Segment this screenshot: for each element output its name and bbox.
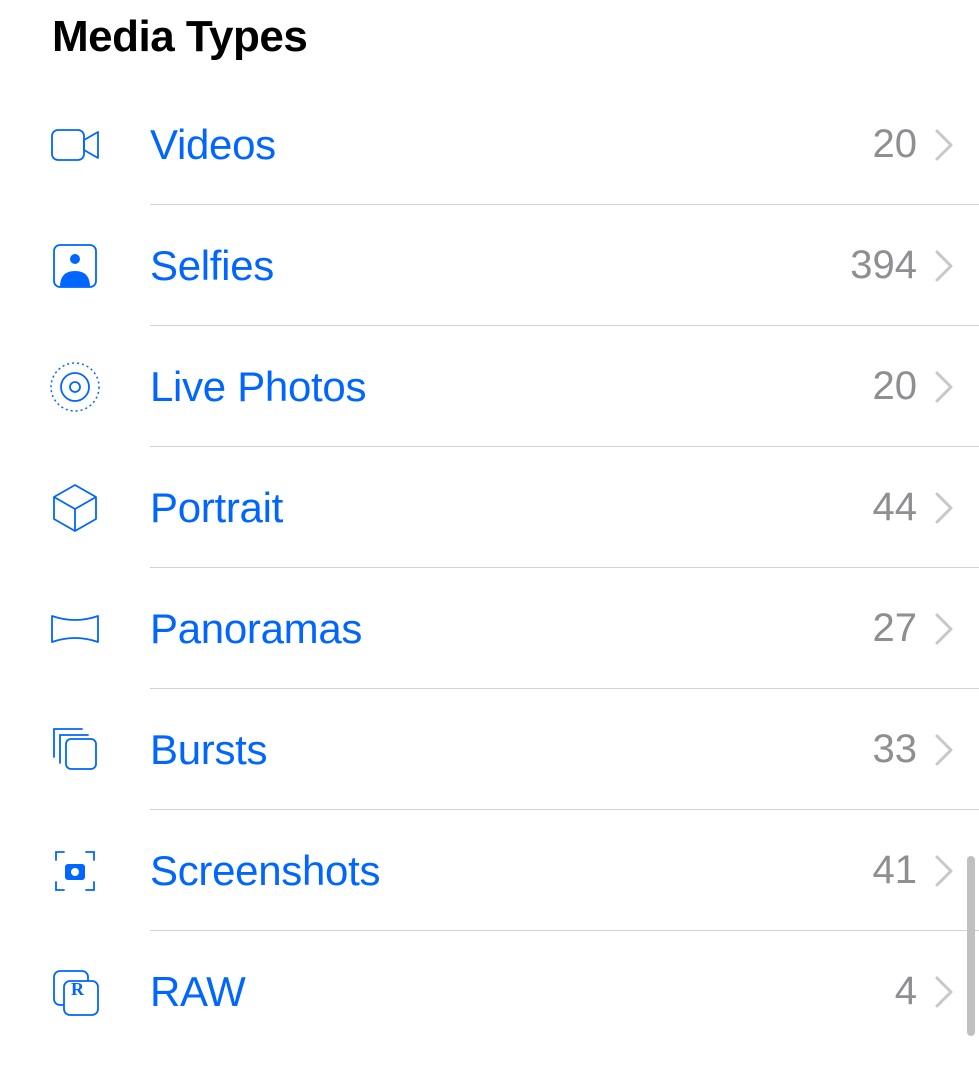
chevron-right-icon xyxy=(929,490,979,526)
row-label: Panoramas xyxy=(150,605,873,653)
selfies-icon xyxy=(0,237,150,295)
chevron-right-icon xyxy=(929,127,979,163)
row-label: Bursts xyxy=(150,726,873,774)
chevron-right-icon xyxy=(929,611,979,647)
row-count: 20 xyxy=(873,122,930,167)
panoramas-icon xyxy=(0,600,150,658)
row-label: Portrait xyxy=(150,484,873,532)
row-bursts[interactable]: Bursts 33 xyxy=(0,689,979,810)
raw-icon: R xyxy=(0,963,150,1021)
row-label: Videos xyxy=(150,121,873,169)
row-screenshots[interactable]: Screenshots 41 xyxy=(0,810,979,931)
row-live-photos[interactable]: Live Photos 20 xyxy=(0,326,979,447)
row-count: 33 xyxy=(873,727,930,772)
row-panoramas[interactable]: Panoramas 27 xyxy=(0,568,979,689)
row-raw[interactable]: R RAW 4 xyxy=(0,931,979,1052)
section-header: Media Types xyxy=(0,0,979,84)
row-count: 4 xyxy=(895,969,929,1014)
svg-text:R: R xyxy=(71,979,85,999)
media-types-list: Videos 20 Selfies 394 Live Photos 20 Por… xyxy=(0,84,979,1052)
row-count: 44 xyxy=(873,485,930,530)
scrollbar[interactable] xyxy=(967,856,975,1036)
row-count: 20 xyxy=(873,364,930,409)
chevron-right-icon xyxy=(929,732,979,768)
row-label: Live Photos xyxy=(150,363,873,411)
row-portrait[interactable]: Portrait 44 xyxy=(0,447,979,568)
row-count: 394 xyxy=(850,243,929,288)
row-count: 27 xyxy=(873,606,930,651)
chevron-right-icon xyxy=(929,248,979,284)
row-videos[interactable]: Videos 20 xyxy=(0,84,979,205)
video-icon xyxy=(0,116,150,174)
chevron-right-icon xyxy=(929,369,979,405)
row-label: RAW xyxy=(150,968,895,1016)
row-selfies[interactable]: Selfies 394 xyxy=(0,205,979,326)
row-count: 41 xyxy=(873,848,930,893)
screenshots-icon xyxy=(0,842,150,900)
row-label: Selfies xyxy=(150,242,850,290)
portrait-icon xyxy=(0,479,150,537)
bursts-icon xyxy=(0,721,150,779)
live-photos-icon xyxy=(0,358,150,416)
row-label: Screenshots xyxy=(150,847,873,895)
